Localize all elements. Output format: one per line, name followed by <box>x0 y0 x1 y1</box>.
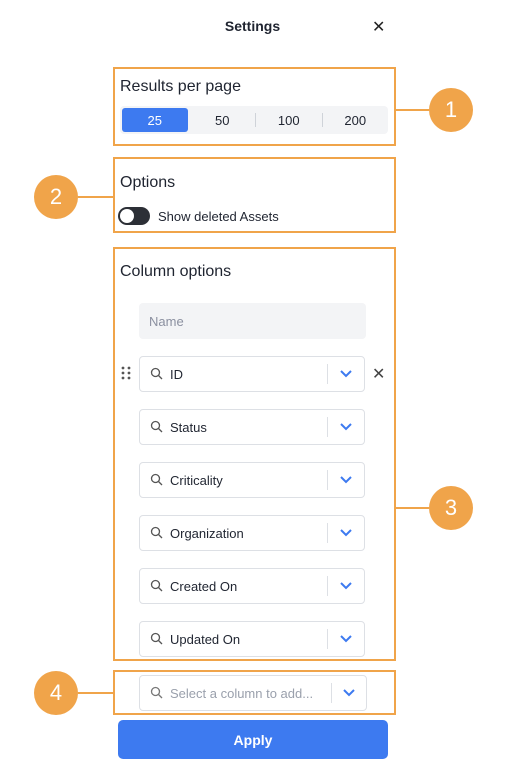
search-icon <box>150 579 163 592</box>
chevron-down-icon[interactable] <box>340 529 352 537</box>
chevron-down-icon[interactable] <box>340 635 352 643</box>
divider <box>327 523 328 543</box>
drag-handle-icon[interactable] <box>121 366 131 380</box>
annotation-badge-1: 1 <box>429 88 473 132</box>
chevron-down-icon[interactable] <box>340 370 352 378</box>
search-icon <box>150 632 163 645</box>
show-deleted-toggle[interactable] <box>118 207 150 225</box>
column-label: ID <box>170 367 183 382</box>
search-icon <box>150 367 163 380</box>
annotation-badge-3: 3 <box>429 486 473 530</box>
chevron-down-icon[interactable] <box>340 582 352 590</box>
annotation-leader-4 <box>78 692 113 694</box>
divider <box>327 629 328 649</box>
results-per-page-segmented: 25 50 100 200 <box>120 106 388 134</box>
chevron-down-icon[interactable] <box>343 689 355 697</box>
annotation-badge-4: 4 <box>34 671 78 715</box>
column-label: Status <box>170 420 207 435</box>
divider <box>331 683 332 703</box>
segment-200[interactable]: 200 <box>323 106 389 134</box>
divider <box>327 576 328 596</box>
search-icon <box>150 473 163 486</box>
segment-50[interactable]: 50 <box>190 106 256 134</box>
panel-title: Settings <box>224 18 281 34</box>
results-per-page-title: Results per page <box>120 78 241 95</box>
name-input-placeholder: Name <box>149 313 184 329</box>
annotation-leader-2 <box>78 196 113 198</box>
search-icon <box>150 420 163 433</box>
search-icon <box>150 686 163 699</box>
remove-column-icon[interactable]: ✕ <box>372 364 385 384</box>
add-column-placeholder: Select a column to add... <box>170 686 314 701</box>
column-label: Criticality <box>170 473 223 488</box>
annotation-badge-2: 2 <box>34 175 78 219</box>
column-row-status[interactable]: Status <box>139 409 365 445</box>
column-label: Organization <box>170 526 244 541</box>
apply-button[interactable]: Apply <box>118 720 388 759</box>
options-title: Options <box>120 174 176 191</box>
show-deleted-label: Show deleted Assets <box>158 209 279 224</box>
add-column-select[interactable]: Select a column to add... <box>139 675 367 711</box>
annotation-leader-3 <box>396 507 429 509</box>
segment-25[interactable]: 25 <box>122 108 188 132</box>
search-icon <box>150 526 163 539</box>
column-row-created-on[interactable]: Created On <box>139 568 365 604</box>
segment-100[interactable]: 100 <box>256 106 322 134</box>
name-input[interactable]: Name <box>139 303 366 339</box>
column-label: Updated On <box>170 632 241 647</box>
column-row-criticality[interactable]: Criticality <box>139 462 365 498</box>
annotation-leader-1 <box>396 109 429 111</box>
column-label: Created On <box>170 579 238 594</box>
toggle-knob <box>120 209 134 223</box>
chevron-down-icon[interactable] <box>340 423 352 431</box>
divider <box>327 364 328 384</box>
column-row-id[interactable]: ID <box>139 356 365 392</box>
column-row-organization[interactable]: Organization <box>139 515 365 551</box>
divider <box>327 470 328 490</box>
chevron-down-icon[interactable] <box>340 476 352 484</box>
column-row-updated-on[interactable]: Updated On <box>139 621 365 657</box>
close-icon[interactable]: ✕ <box>372 17 385 37</box>
column-options-title: Column options <box>120 263 232 280</box>
divider <box>327 417 328 437</box>
